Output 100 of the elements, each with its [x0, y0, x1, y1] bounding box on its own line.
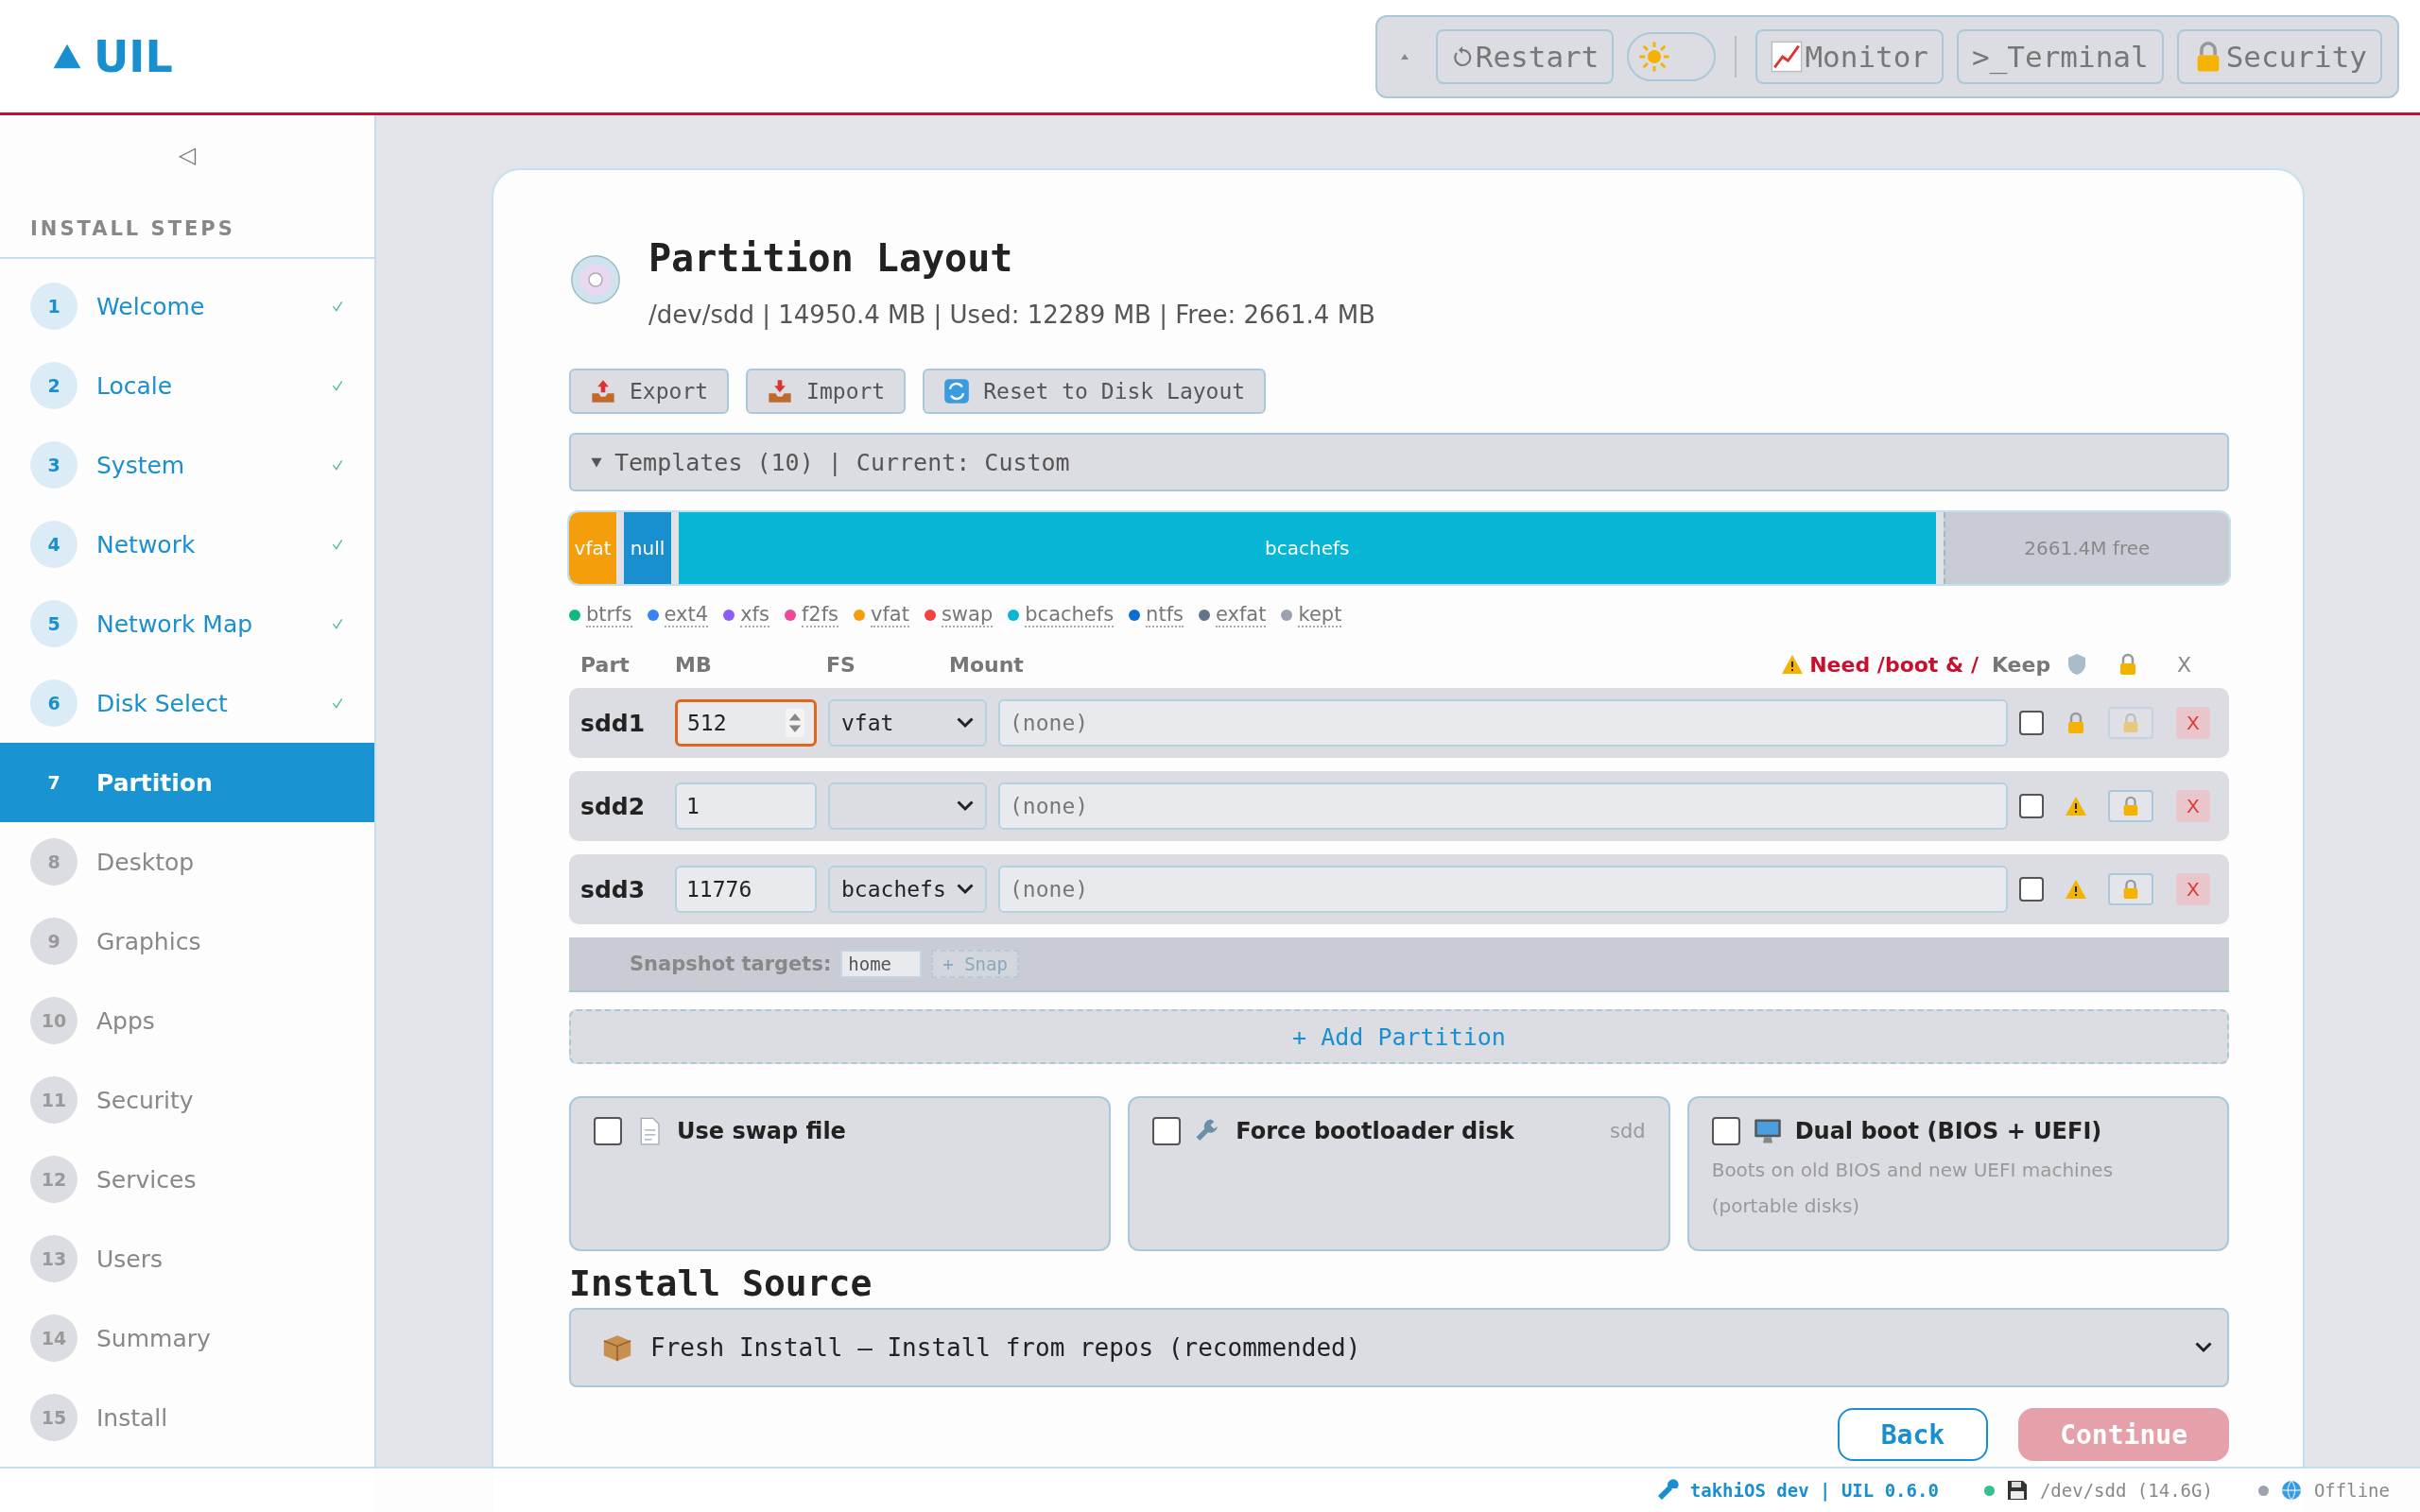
step-label: Install	[96, 1403, 169, 1432]
step-number: 3	[30, 441, 78, 489]
lock-button[interactable]	[2108, 790, 2153, 822]
legend-label: bcachefs	[1025, 603, 1115, 627]
disk-summary: /dev/sdd | 14950.4 MB | Used: 12289 MB | Free: 2661.4 MB	[648, 301, 1375, 329]
option-checkbox[interactable]	[1711, 1117, 1740, 1145]
column-header: MB	[675, 652, 713, 677]
step-label: Welcome	[96, 292, 206, 320]
step-label: Locale	[96, 371, 174, 400]
sidebar-item[interactable]: 6 Disk Select	[0, 663, 374, 743]
filesystem-select[interactable]: vfat	[828, 699, 987, 747]
check-icon	[331, 696, 344, 710]
sidebar-item[interactable]: 11 Security	[0, 1060, 374, 1140]
section-heading: Install Source	[569, 1263, 873, 1304]
triangle-icon	[590, 455, 603, 469]
restart-button[interactable]: Restart	[1435, 28, 1615, 84]
chevron-icon	[2195, 1342, 2212, 1353]
legend-label: kept	[1298, 603, 1342, 627]
import-button[interactable]: Import	[746, 369, 907, 414]
sidebar-item[interactable]: 10 Apps	[0, 981, 374, 1060]
sidebar-item[interactable]: 15 Install	[0, 1378, 374, 1457]
legend-label: btrfs	[586, 603, 632, 627]
step-label: Graphics	[96, 927, 202, 955]
network-status: Offline	[2313, 1480, 2390, 1501]
legend-label: xfs	[740, 603, 769, 627]
size-field[interactable]: 11776	[675, 866, 817, 913]
theme-toggle[interactable]	[1627, 31, 1717, 81]
step-label: Summary	[96, 1324, 212, 1352]
size-field[interactable]: 1	[675, 782, 817, 830]
option-checkbox[interactable]	[594, 1117, 622, 1145]
remove-button[interactable]: X	[2176, 790, 2210, 822]
sidebar-item[interactable]: 4 Network	[0, 505, 374, 584]
monitor-button[interactable]: Monitor	[1755, 28, 1945, 84]
legend-label: vfat	[871, 603, 909, 627]
add-partition-button[interactable]: + Add Partition	[569, 1009, 2229, 1064]
step-number: 8	[30, 838, 78, 885]
warning-icon	[1781, 653, 1805, 676]
partition-name: sdd3	[580, 875, 647, 903]
keep-checkbox[interactable]	[2019, 711, 2044, 735]
remove-button[interactable]: X	[2176, 873, 2210, 905]
build-info: takhiOS dev | UIL 0.6.0	[1689, 1480, 1939, 1501]
sidebar-item[interactable]: 5 Network Map	[0, 584, 374, 663]
sidebar-item[interactable]: 2 Locale	[0, 346, 374, 425]
chevron-icon	[957, 884, 974, 895]
lock-button[interactable]	[2108, 873, 2153, 905]
sidebar-item[interactable]: 13 Users	[0, 1219, 374, 1298]
option-label: Dual boot (BIOS + UEFI)	[1794, 1118, 2103, 1144]
collapse-sidebar-button[interactable]: ◁	[168, 115, 206, 180]
filesystem-select[interactable]: bcachefs	[828, 866, 987, 913]
option-description: Boots on old BIOS and new UEFI machines	[1711, 1159, 2115, 1181]
sidebar-item[interactable]: 8 Desktop	[0, 822, 374, 902]
column-header: Mount	[949, 652, 1025, 677]
reset-button[interactable]: Reset to Disk Layout	[923, 369, 1267, 414]
mount-field[interactable]: (none)	[998, 866, 2008, 913]
snapshot-field[interactable]: home	[840, 950, 923, 978]
step-label: Disk Select	[96, 689, 229, 717]
chevron-icon	[957, 800, 974, 812]
mount-field[interactable]: (none)	[998, 782, 2008, 830]
security-button[interactable]: Security	[2176, 28, 2382, 84]
collapse-icon[interactable]	[1399, 52, 1409, 60]
install-source-select[interactable]: Fresh Install — Install from repos (recommended)	[569, 1308, 2229, 1387]
sidebar-item[interactable]: 14 Summary	[0, 1298, 374, 1378]
keep-checkbox[interactable]	[2019, 877, 2044, 902]
legend-label: f2fs	[801, 603, 838, 627]
partition-segment: null	[624, 512, 671, 584]
disk-status: /dev/sdd (14.6G)	[2039, 1480, 2213, 1501]
step-number: 4	[30, 521, 78, 568]
legend-label: ext4	[664, 603, 709, 627]
free-space-segment: 2661.4M free	[1943, 512, 2229, 584]
mount-field[interactable]: (none)	[998, 699, 2008, 747]
templates-toggle[interactable]: Templates (10) | Current: Custom	[569, 433, 2229, 491]
sidebar-item[interactable]: 1 Welcome	[0, 266, 374, 346]
step-number: 7	[46, 771, 61, 795]
warning-icon	[2065, 878, 2087, 901]
logo-icon	[52, 43, 82, 70]
step-label: System	[96, 451, 186, 479]
remove-button[interactable]: X	[2176, 707, 2210, 739]
disc-icon	[569, 253, 622, 306]
step-number: 13	[30, 1235, 78, 1282]
sidebar-item[interactable]: 12 Services	[0, 1140, 374, 1219]
check-icon	[331, 538, 344, 551]
sidebar-item[interactable]: 9 Graphics	[0, 902, 374, 981]
sun-icon	[1638, 40, 1671, 73]
warning-text: Need /boot & /	[1809, 652, 1979, 677]
export-button[interactable]: Export	[569, 369, 730, 414]
partition-segment: vfat	[569, 512, 617, 584]
size-field[interactable]: 512	[675, 699, 817, 747]
sidebar-item[interactable]: 3 System	[0, 425, 374, 505]
check-icon	[331, 458, 344, 472]
spinner-icon[interactable]	[786, 709, 804, 737]
chevron-icon	[957, 717, 974, 729]
terminal-button[interactable]: >_Terminal	[1957, 28, 2164, 84]
refresh-icon	[943, 378, 971, 404]
keep-checkbox[interactable]	[2019, 794, 2044, 818]
back-button[interactable]: Back	[1837, 1408, 1989, 1461]
sidebar-item[interactable]: 7 Partition	[0, 743, 374, 822]
option-checkbox[interactable]	[1152, 1117, 1182, 1145]
column-header: X	[2176, 652, 2191, 677]
partition-segment: bcachefs	[678, 512, 1936, 584]
step-label: Partition	[96, 768, 214, 797]
